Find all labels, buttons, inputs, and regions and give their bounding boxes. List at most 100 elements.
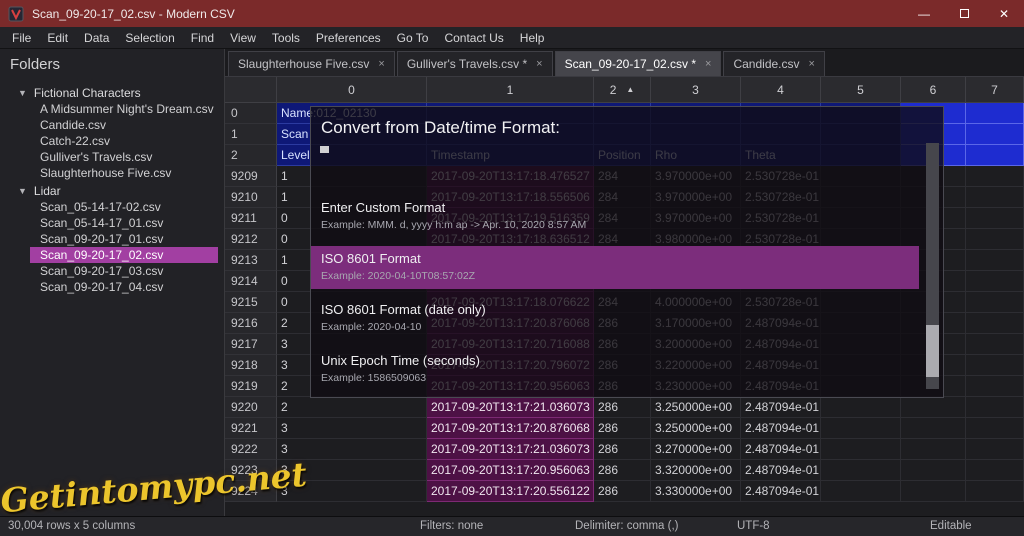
row-number[interactable]: 9217 <box>225 334 277 355</box>
folder-item[interactable]: ▼ Lidar <box>0 183 224 199</box>
grid-cell[interactable]: 2017-09-20T13:17:20.876068 <box>427 418 594 439</box>
menu-item-data[interactable]: Data <box>76 31 117 45</box>
grid-cell[interactable] <box>966 166 1024 187</box>
grid-cell[interactable] <box>966 439 1024 460</box>
file-item[interactable]: Candide.csv <box>0 117 224 133</box>
grid-cell[interactable] <box>966 124 1024 145</box>
grid-cell[interactable]: 3.250000e+00 <box>651 418 741 439</box>
grid-cell[interactable] <box>821 418 901 439</box>
file-item[interactable]: Scan_09-20-17_04.csv <box>0 279 224 295</box>
menu-item-file[interactable]: File <box>4 31 39 45</box>
grid-cell[interactable]: 2.487094e-01 <box>741 397 821 418</box>
grid-cell[interactable] <box>821 439 901 460</box>
grid-cell[interactable] <box>901 481 966 502</box>
tab-close-icon[interactable]: × <box>705 58 711 70</box>
tab-2[interactable]: Gulliver's Travels.csv * × <box>396 51 553 76</box>
grid-cell[interactable] <box>901 460 966 481</box>
menu-item-edit[interactable]: Edit <box>39 31 76 45</box>
column-header-0[interactable]: 0 <box>277 77 427 103</box>
grid-cell[interactable] <box>966 229 1024 250</box>
file-item[interactable]: Scan_05-14-17_01.csv <box>0 215 224 231</box>
row-number[interactable]: 9209 <box>225 166 277 187</box>
file-item[interactable]: Scan_05-14-17-02.csv <box>0 199 224 215</box>
grid-cell[interactable] <box>966 208 1024 229</box>
grid-cell[interactable]: 2.487094e-01 <box>741 439 821 460</box>
grid-cell[interactable]: 2.487094e-01 <box>741 460 821 481</box>
grid-cell[interactable] <box>821 397 901 418</box>
menu-item-help[interactable]: Help <box>512 31 553 45</box>
status-encoding[interactable]: UTF-8 <box>737 517 770 536</box>
close-button[interactable]: ✕ <box>984 0 1024 27</box>
status-delimiter[interactable]: Delimiter: comma (,) <box>575 517 679 536</box>
file-item[interactable]: Catch-22.csv <box>0 133 224 149</box>
grid-cell[interactable] <box>966 145 1024 166</box>
menu-item-contact-us[interactable]: Contact Us <box>436 31 511 45</box>
tab-close-icon[interactable]: × <box>809 58 815 70</box>
row-number[interactable]: 9214 <box>225 271 277 292</box>
grid-cell[interactable] <box>901 439 966 460</box>
row-number[interactable]: 9218 <box>225 355 277 376</box>
row-number[interactable]: 9221 <box>225 418 277 439</box>
file-item[interactable]: Scan_09-20-17_03.csv <box>0 263 224 279</box>
grid-cell[interactable]: 3.320000e+00 <box>651 460 741 481</box>
menu-item-preferences[interactable]: Preferences <box>308 31 389 45</box>
file-item[interactable]: Scan_09-20-17_02.csv <box>30 247 218 263</box>
grid-cell[interactable]: 3.330000e+00 <box>651 481 741 502</box>
grid-cell[interactable]: 2.487094e-01 <box>741 418 821 439</box>
minimize-button[interactable]: — <box>904 0 944 27</box>
column-header-6[interactable]: 6 <box>901 77 966 103</box>
expand-triangle-icon[interactable]: ▼ <box>18 186 27 196</box>
grid-cell[interactable] <box>966 460 1024 481</box>
row-number[interactable]: 9212 <box>225 229 277 250</box>
grid-cell[interactable]: 286 <box>594 481 651 502</box>
menu-item-find[interactable]: Find <box>183 31 222 45</box>
row-number[interactable]: 9220 <box>225 397 277 418</box>
grid-cell[interactable] <box>821 460 901 481</box>
format-search-input[interactable] <box>319 145 619 155</box>
row-number[interactable]: 9219 <box>225 376 277 397</box>
grid-cell[interactable] <box>966 271 1024 292</box>
column-header-3[interactable]: 3 <box>651 77 741 103</box>
file-item[interactable]: A Midsummer Night's Dream.csv <box>0 101 224 117</box>
dialog-option-3[interactable]: ISO 8601 Format (date only) Example: 2020… <box>311 297 919 340</box>
folder-item[interactable]: ▼ Fictional Characters <box>0 85 224 101</box>
row-number[interactable]: 9211 <box>225 208 277 229</box>
expand-triangle-icon[interactable]: ▼ <box>18 88 27 98</box>
grid-cell[interactable] <box>966 397 1024 418</box>
grid-cell[interactable]: 3.270000e+00 <box>651 439 741 460</box>
grid-corner-cell[interactable] <box>225 77 277 103</box>
grid-cell[interactable] <box>901 418 966 439</box>
status-editable[interactable]: Editable <box>930 517 972 536</box>
column-header-1[interactable]: 1 <box>427 77 594 103</box>
column-header-2[interactable]: 2 ▲ <box>594 77 651 103</box>
tab-3[interactable]: Scan_09-20-17_02.csv * × <box>554 51 722 76</box>
grid-cell[interactable] <box>966 355 1024 376</box>
grid-cell[interactable] <box>966 376 1024 397</box>
grid-cell[interactable] <box>821 481 901 502</box>
tab-1[interactable]: Slaughterhouse Five.csv × <box>228 51 395 76</box>
grid-cell[interactable]: 3.250000e+00 <box>651 397 741 418</box>
dialog-option-1[interactable]: Enter Custom Format Example: MMM. d, yyyy… <box>311 195 919 238</box>
grid-cell[interactable]: 286 <box>594 460 651 481</box>
grid-cell[interactable]: 2017-09-20T13:17:21.036073 <box>427 439 594 460</box>
grid-cell[interactable]: 2017-09-20T13:17:20.556122 <box>427 481 594 502</box>
grid-cell[interactable]: 2 <box>277 397 427 418</box>
dialog-option-4[interactable]: Unix Epoch Time (seconds) Example: 158650… <box>311 348 919 391</box>
grid-cell[interactable] <box>966 250 1024 271</box>
menu-item-view[interactable]: View <box>222 31 264 45</box>
file-item[interactable]: Scan_09-20-17_01.csv <box>0 231 224 247</box>
grid-cell[interactable]: 3 <box>277 418 427 439</box>
tab-close-icon[interactable]: × <box>536 58 542 70</box>
maximize-button[interactable] <box>944 0 984 27</box>
row-number[interactable]: 9216 <box>225 313 277 334</box>
grid-cell[interactable] <box>966 313 1024 334</box>
row-number[interactable]: 1 <box>225 124 277 145</box>
grid-cell[interactable] <box>901 397 966 418</box>
row-number[interactable]: 9215 <box>225 292 277 313</box>
file-item[interactable]: Slaughterhouse Five.csv <box>0 165 224 181</box>
grid-cell[interactable] <box>966 418 1024 439</box>
grid-cell[interactable] <box>966 334 1024 355</box>
row-number[interactable]: 2 <box>225 145 277 166</box>
dialog-option-2[interactable]: ISO 8601 Format Example: 2020-04-10T08:57… <box>311 246 919 289</box>
row-number[interactable]: 0 <box>225 103 277 124</box>
